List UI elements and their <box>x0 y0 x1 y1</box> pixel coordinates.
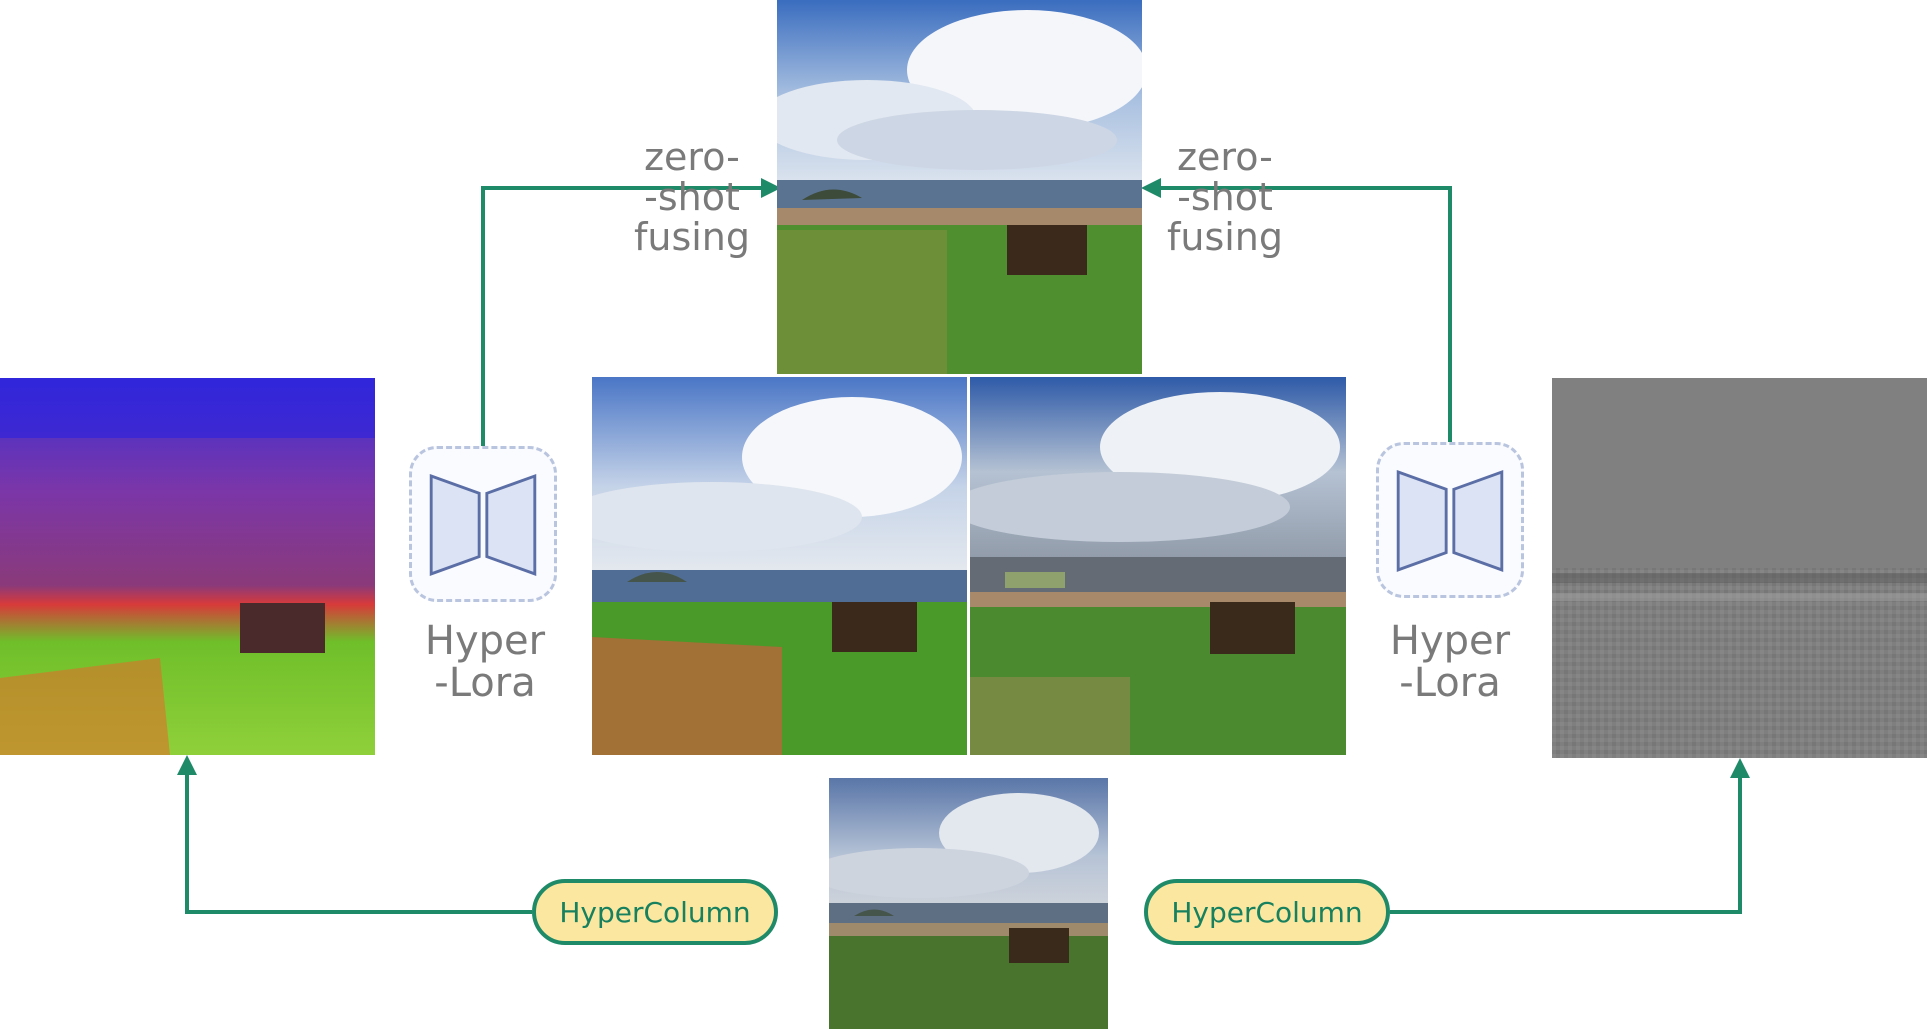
right-stylized-image <box>970 377 1346 755</box>
zero-shot-fusing-label-left: zero- -shot fusing <box>633 135 751 259</box>
zero-shot-fusing-label-right: zero- -shot fusing <box>1166 135 1284 259</box>
unet-encoder-decoder-icon <box>1396 469 1504 572</box>
hyperlora-label-left: Hyper -Lora <box>424 618 546 706</box>
color-feature-map <box>0 378 375 755</box>
hyperlora-right-box <box>1376 442 1524 598</box>
fused-output-image <box>777 0 1142 374</box>
gray-feature-map <box>1552 378 1927 758</box>
hyperlora-left-box <box>409 446 557 602</box>
hypercolumn-pill-left: HyperColumn <box>532 879 778 945</box>
hypercolumn-pill-right: HyperColumn <box>1144 879 1390 945</box>
left-stylized-image <box>592 377 967 755</box>
hyperlora-label-right: Hyper -Lora <box>1389 618 1511 706</box>
arrow-hypercolumn-right-to-feature <box>1390 758 1750 914</box>
unet-encoder-decoder-icon <box>429 473 537 576</box>
input-image <box>829 778 1108 1029</box>
arrow-hypercolumn-left-to-feature <box>177 755 532 914</box>
